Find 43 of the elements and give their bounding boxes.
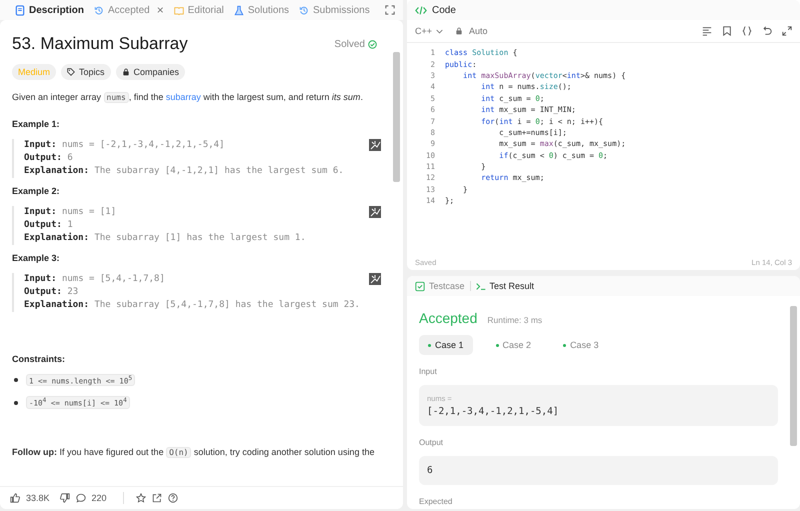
follow-up-text: Follow up: If you have figured out the O(n) solution, try coding another solution using the <box>12 446 376 460</box>
case-tab[interactable]: Case 1 <box>419 335 473 355</box>
tag-chip[interactable]: Topics <box>61 64 111 80</box>
panel-tab[interactable]: Test Result <box>476 280 534 292</box>
subarray-link[interactable]: subarray <box>166 92 201 102</box>
language-dropdown[interactable]: C++ <box>415 26 444 36</box>
panel-tab[interactable]: Testcase <box>415 280 465 292</box>
example-output-text: Output: 23 <box>24 286 78 299</box>
problem-description: Given an integer array nums , find the subarray with the largest sum, and return its sum. <box>12 91 364 105</box>
field-label: Output <box>419 438 444 447</box>
problem-title: 53. Maximum Subarray <box>12 34 189 54</box>
panel-tab[interactable]: Solutions <box>228 4 294 16</box>
example-input-text: Input: nums = [5,4,-1,7,8] <box>24 272 165 286</box>
mode-label: Auto <box>469 26 488 36</box>
example-input-text: Input: nums = [-2,1,-3,4,-1,2,1,-5,4] <box>24 138 224 152</box>
panel-tab[interactable]: Accepted × <box>89 3 169 17</box>
example-explanation-text: Explanation: The subarray [4,-1,2,1] has the largest sum 6. <box>24 164 344 178</box>
tag-chip[interactable]: Companies <box>116 64 186 80</box>
panel-title: Code <box>432 4 456 16</box>
case-tab[interactable]: Case 3 <box>554 335 608 355</box>
example-input-text: Input: nums = [1] <box>24 206 116 219</box>
example-explanation-text: Explanation: The subarray [5,4,-1,7,8] has the largest sum 23. <box>24 298 360 312</box>
comment-count: 220 <box>92 493 107 503</box>
example-heading: Example 3: <box>12 252 61 263</box>
example-explanation-text: Explanation: The subarray [1] has the largest sum 1. <box>24 232 306 245</box>
result-verdict: Accepted <box>419 310 478 326</box>
panel-tab[interactable]: Editorial <box>168 4 229 16</box>
field-label: Expected <box>419 497 454 506</box>
panel-tab[interactable]: Submissions <box>294 4 375 16</box>
example-heading: Example 1: <box>12 118 61 129</box>
variable-value: [-2,1,-3,4,-1,2,1,-5,4] <box>427 406 560 417</box>
example-output-text: Output: 1 <box>24 218 73 232</box>
constraints-heading: Constraints: <box>12 354 66 364</box>
field-label: Input <box>419 367 438 376</box>
output-value: 6 <box>427 465 434 476</box>
example-heading: Example 2: <box>12 186 61 196</box>
example-output-text: Output: 6 <box>24 152 73 165</box>
case-tab[interactable]: Case 2 <box>486 335 540 355</box>
close-tab-button[interactable]: × <box>156 3 164 17</box>
panel-tab[interactable]: Description <box>10 4 90 16</box>
runtime-text: Runtime: 3 ms <box>487 315 542 325</box>
like-count: 33.8K <box>26 493 50 503</box>
solved-status: Solved <box>334 38 365 50</box>
